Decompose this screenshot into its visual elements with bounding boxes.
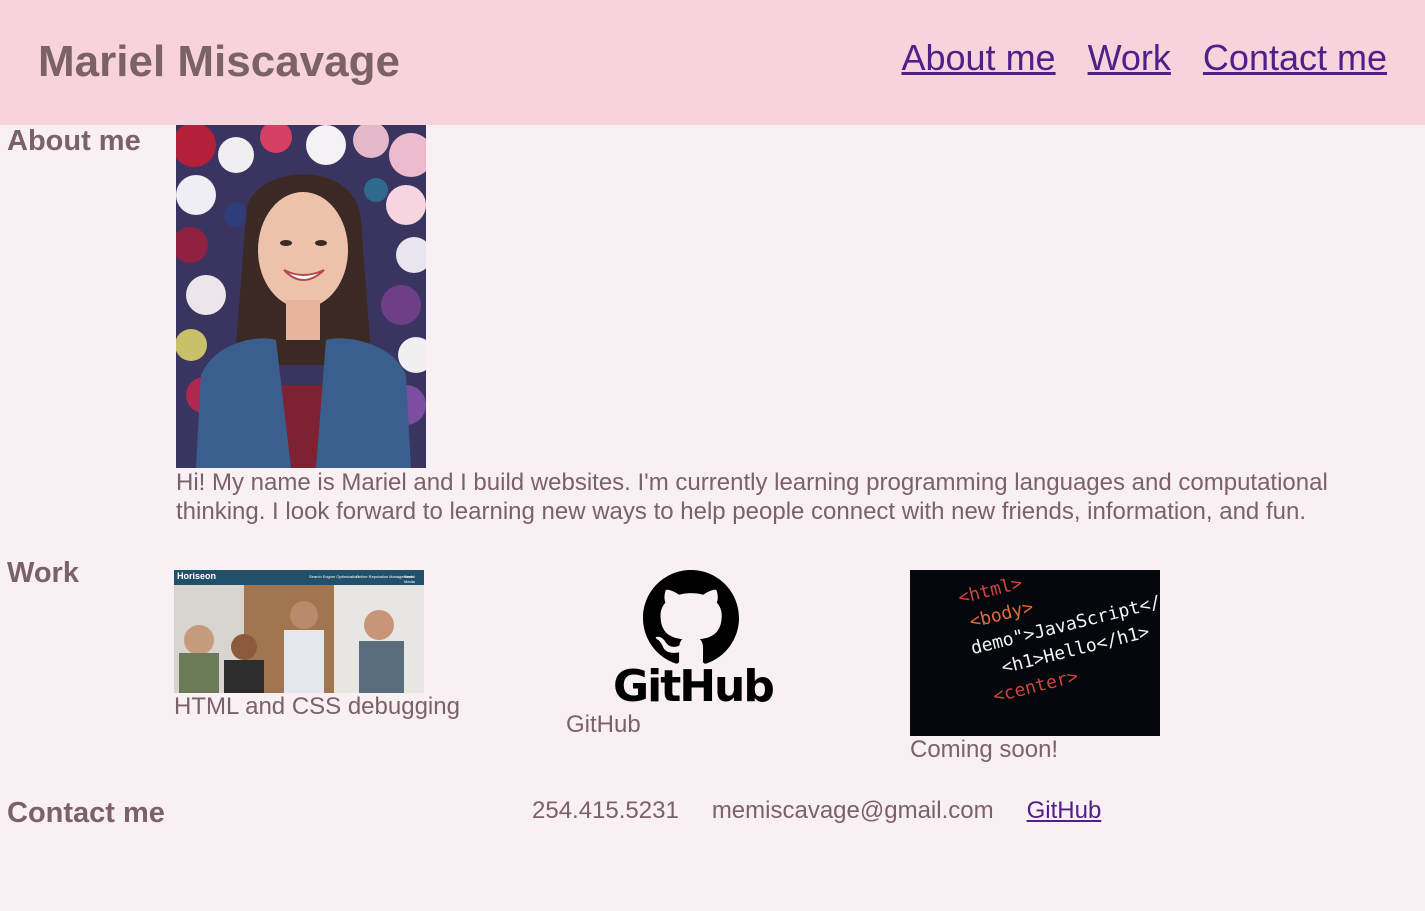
nav-link-contact[interactable]: Contact me — [1203, 36, 1387, 80]
work-item-horiseon[interactable]: Horiseon Search Engine Optimization Onli… — [174, 570, 460, 721]
work-item-coming-soon[interactable]: <!DOCTYPE html> <html> <body> demo">Java… — [910, 570, 1160, 764]
thumbnail-nav-1: Search Engine Optimization — [309, 574, 359, 579]
contact-heading: Contact me — [7, 797, 165, 829]
about-bio: Hi! My name is Mariel and I build websit… — [176, 469, 1328, 525]
about-heading: About me — [7, 125, 141, 157]
site-header: Mariel Miscavage About me Work Contact m… — [0, 0, 1425, 125]
contact-phone: 254.415.5231 — [532, 797, 679, 824]
work-caption-coming-soon: Coming soon! — [910, 736, 1059, 763]
main-nav: About me Work Contact me — [901, 36, 1387, 80]
code-thumbnail[interactable]: <!DOCTYPE html> <html> <body> demo">Java… — [910, 570, 1160, 736]
nav-link-work[interactable]: Work — [1088, 36, 1171, 80]
github-logo[interactable]: GitHub — [566, 570, 776, 712]
work-caption-horiseon: HTML and CSS debugging — [174, 693, 460, 720]
contact-github-link[interactable]: GitHub — [1027, 796, 1102, 826]
work-heading: Work — [7, 557, 79, 589]
horiseon-thumbnail[interactable]: Horiseon Search Engine Optimization Onli… — [174, 570, 424, 693]
thumbnail-navbar: Horiseon Search Engine Optimization Onli… — [174, 570, 424, 585]
work-item-github[interactable]: GitHub GitHub — [566, 570, 776, 738]
contact-info: 254.415.5231 memiscavage@gmail.com GitHu… — [532, 796, 1101, 826]
thumbnail-nav-3: Social Media — [404, 574, 415, 584]
nav-link-about[interactable]: About me — [901, 36, 1055, 80]
profile-photo — [176, 125, 426, 468]
contact-email: memiscavage@gmail.com — [711, 797, 994, 824]
thumbnail-brand: Horiseon — [177, 571, 217, 581]
github-wordmark: GitHub — [613, 661, 775, 712]
github-octocat-icon — [643, 570, 739, 664]
site-title: Mariel Miscavage — [38, 37, 400, 86]
work-caption-github: GitHub — [566, 711, 641, 738]
